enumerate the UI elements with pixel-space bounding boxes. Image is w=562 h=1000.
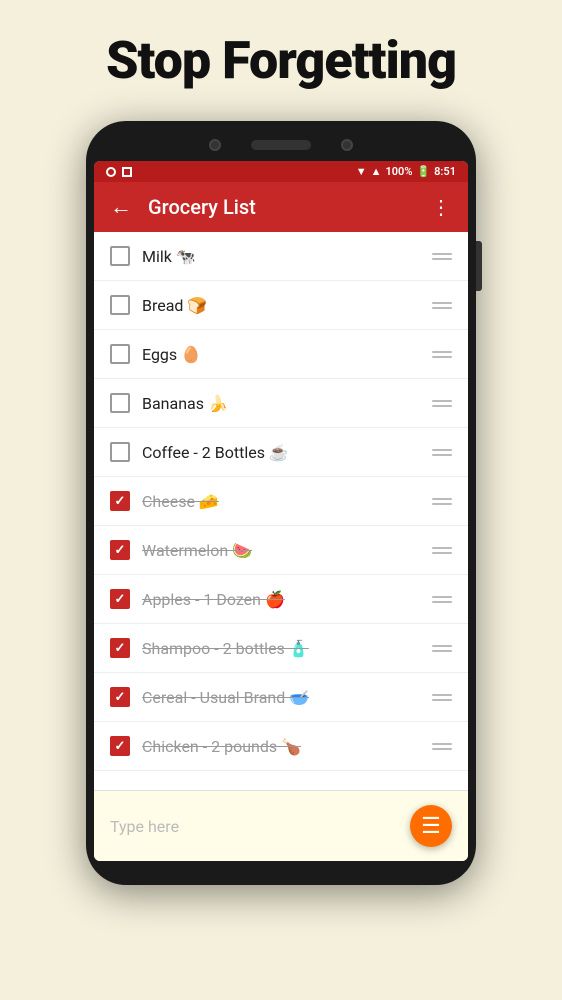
list-item: Coffee - 2 Bottles ☕ — [94, 428, 468, 477]
type-here-input[interactable]: Type here — [110, 817, 410, 836]
wifi-icon: ▼ — [356, 165, 367, 178]
item-label: Watermelon 🍉 — [142, 541, 416, 560]
grocery-list: Milk 🐄 Bread 🍞 Eggs 🥚 Bananas 🍌 Coffee - 2 B… — [94, 232, 468, 790]
sensor — [341, 139, 353, 151]
item-label: Cereal - Usual Brand 🥣 — [142, 688, 416, 707]
list-item: Watermelon 🍉 — [94, 526, 468, 575]
drag-handle[interactable] — [428, 641, 456, 656]
list-item: Eggs 🥚 — [94, 330, 468, 379]
clock: 8:51 — [434, 165, 456, 178]
list-item: Cheese 🧀 — [94, 477, 468, 526]
speaker — [251, 140, 311, 150]
checkbox[interactable] — [110, 491, 130, 511]
list-icon: ☰ — [421, 814, 441, 839]
checkbox[interactable] — [110, 540, 130, 560]
checkbox[interactable] — [110, 344, 130, 364]
checkbox[interactable] — [110, 393, 130, 413]
notification-icon — [106, 167, 116, 177]
drag-handle[interactable] — [428, 592, 456, 607]
app-bar-title: Grocery List — [148, 195, 415, 219]
checkbox[interactable] — [110, 442, 130, 462]
page-title: Stop Forgetting — [106, 30, 456, 91]
signal-icon: ▲ — [371, 165, 382, 178]
status-bar: ▼ ▲ 100% 🔋 8:51 — [94, 161, 468, 182]
power-button — [476, 241, 482, 291]
back-button[interactable]: ← — [110, 194, 132, 220]
status-left — [106, 167, 132, 177]
drag-handle[interactable] — [428, 298, 456, 313]
checkbox[interactable] — [110, 295, 130, 315]
item-label: Bread 🍞 — [142, 296, 416, 315]
add-item-button[interactable]: ☰ — [410, 805, 452, 847]
item-label: Cheese 🧀 — [142, 492, 416, 511]
drag-handle[interactable] — [428, 739, 456, 754]
checkbox[interactable] — [110, 246, 130, 266]
input-bar: Type here ☰ — [94, 790, 468, 861]
item-label: Coffee - 2 Bottles ☕ — [142, 443, 416, 462]
item-label: Chicken - 2 pounds 🍗 — [142, 737, 416, 756]
drag-handle[interactable] — [428, 494, 456, 509]
status-right: ▼ ▲ 100% 🔋 8:51 — [356, 165, 456, 178]
phone-screen: ▼ ▲ 100% 🔋 8:51 ← Grocery List ⋮ Milk 🐄 B… — [94, 161, 468, 861]
battery-percent: 100% — [385, 165, 412, 178]
app-bar: ← Grocery List ⋮ — [94, 182, 468, 232]
drag-handle[interactable] — [428, 347, 456, 362]
list-item: Cereal - Usual Brand 🥣 — [94, 673, 468, 722]
checkbox[interactable] — [110, 687, 130, 707]
phone-frame: ▼ ▲ 100% 🔋 8:51 ← Grocery List ⋮ Milk 🐄 B… — [86, 121, 476, 885]
list-item: Apples - 1 Dozen 🍎 — [94, 575, 468, 624]
drag-handle[interactable] — [428, 445, 456, 460]
item-label: Milk 🐄 — [142, 247, 416, 266]
checkbox[interactable] — [110, 589, 130, 609]
list-item: Chicken - 2 pounds 🍗 — [94, 722, 468, 771]
drag-handle[interactable] — [428, 690, 456, 705]
list-item: Milk 🐄 — [94, 232, 468, 281]
drag-handle[interactable] — [428, 543, 456, 558]
list-item: Bananas 🍌 — [94, 379, 468, 428]
checkbox[interactable] — [110, 736, 130, 756]
item-label: Apples - 1 Dozen 🍎 — [142, 590, 416, 609]
front-camera — [209, 139, 221, 151]
item-label: Bananas 🍌 — [142, 394, 416, 413]
sim-icon — [122, 167, 132, 177]
checkbox[interactable] — [110, 638, 130, 658]
list-item: Shampoo - 2 bottles 🧴 — [94, 624, 468, 673]
more-options-button[interactable]: ⋮ — [431, 195, 452, 219]
battery-icon: 🔋 — [416, 165, 430, 178]
item-label: Eggs 🥚 — [142, 345, 416, 364]
list-item: Bread 🍞 — [94, 281, 468, 330]
drag-handle[interactable] — [428, 396, 456, 411]
phone-top-bar — [94, 139, 468, 151]
item-label: Shampoo - 2 bottles 🧴 — [142, 639, 416, 658]
drag-handle[interactable] — [428, 249, 456, 264]
